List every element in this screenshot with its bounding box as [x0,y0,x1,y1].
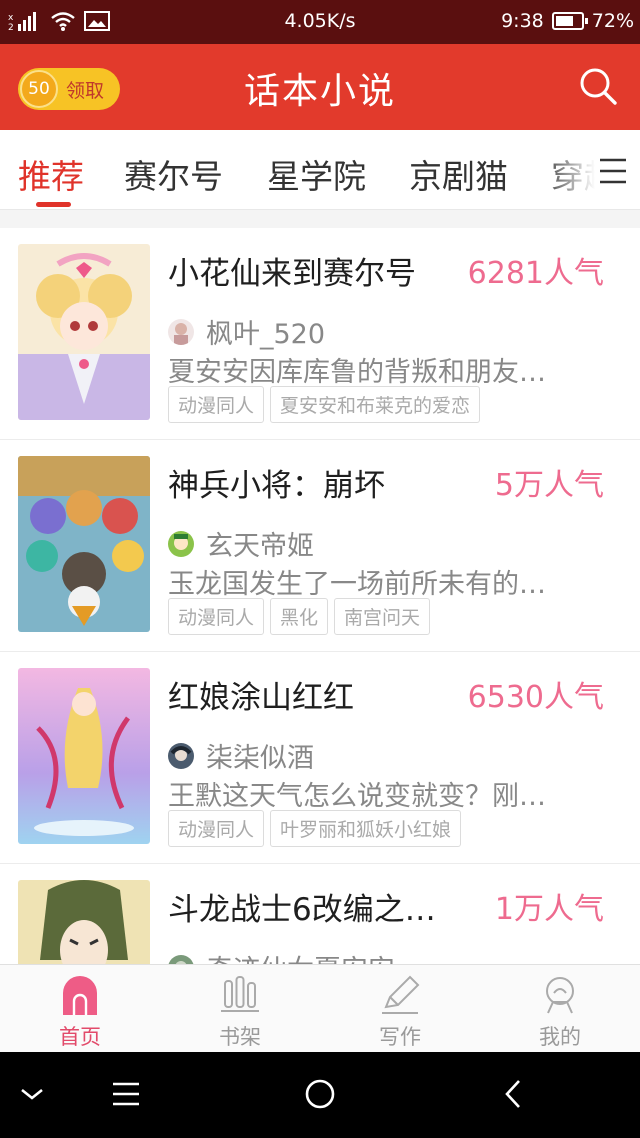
story-card[interactable]: 小花仙来到赛尔号 6281人气 枫叶_520 夏安安因库库鲁的背叛和朋友… 动漫… [0,228,640,440]
story-title: 神兵小将：崩坏 [168,468,385,504]
cover-image [18,456,150,632]
nav-label: 书架 [219,1025,261,1049]
status-bar: x 2 4.05K/s 9:38 72% [0,0,640,44]
tag-list: 动漫同人 黑化 南宫问天 [168,598,431,635]
story-list: 小花仙来到赛尔号 6281人气 枫叶_520 夏安安因库库鲁的背叛和朋友… 动漫… [0,228,640,964]
story-title: 小花仙来到赛尔号 [168,256,416,292]
status-icons-right: 9:38 72% [501,10,634,32]
nav-label: 写作 [379,1025,421,1049]
story-card[interactable]: 斗龙战士6改编之… 1万人气 奇迹仙女夏安安 [0,864,640,964]
author-row: 奇迹仙女夏安安 [168,948,395,964]
nav-bookshelf[interactable]: 书架 [160,965,320,1053]
tag[interactable]: 动漫同人 [168,386,265,423]
story-summary: 夏安安因库库鲁的背叛和朋友… [168,357,546,388]
tab-opera-cat[interactable]: 京剧猫 [409,150,508,198]
popularity-count: 1万人气 [494,892,604,927]
author-name: 奇迹仙女夏安安 [206,948,395,964]
back-icon[interactable] [494,1074,534,1114]
story-card[interactable]: 神兵小将：崩坏 5万人气 玄天帝姬 玉龙国发生了一场前所未有的… 动漫同人 黑化… [0,440,640,652]
tag[interactable]: 动漫同人 [168,598,265,635]
bottom-nav: 首页 书架 写作 我的 [0,964,640,1052]
menu-lines-icon[interactable] [106,1074,146,1114]
nav-label: 首页 [59,1025,101,1049]
menu-icon[interactable] [598,156,628,186]
tab-star-academy[interactable]: 星学院 [267,150,366,198]
cover-image [18,668,150,844]
home-circle-icon[interactable] [300,1074,340,1114]
tag[interactable]: 黑化 [270,598,329,635]
tag[interactable]: 动漫同人 [168,810,265,847]
author-avatar [168,530,194,557]
popularity-count: 5万人气 [494,468,604,503]
clock: 9:38 [501,10,544,32]
app-title: 话本小说 [243,71,396,112]
nav-home[interactable]: 首页 [0,965,160,1053]
author-name: 柒柒似酒 [206,743,314,774]
app-header: 50 领取 话本小说 [0,44,640,130]
tag[interactable]: 叶罗丽和狐妖小红娘 [270,810,462,847]
story-title: 斗龙战士6改编之… [168,892,436,928]
system-navigation-bar [0,1052,640,1138]
author-row: 枫叶_520 [168,312,325,351]
tag[interactable]: 夏安安和布莱克的爱恋 [270,386,481,423]
author-avatar [168,742,194,769]
story-card[interactable]: 红娘涂山红红 6530人气 柒柒似酒 王默这天气怎么说变就变？刚… 动漫同人 叶… [0,652,640,864]
author-avatar [168,318,194,345]
story-title: 红娘涂山红红 [168,680,354,716]
author-row: 柒柒似酒 [168,736,314,775]
profile-icon [546,977,574,1014]
home-icon [63,976,97,1015]
author-row: 玄天帝姬 [168,524,314,563]
cover-image [18,244,150,420]
bookshelf-icon [221,976,259,1012]
battery-percent: 72% [591,10,634,32]
author-avatar [168,954,194,964]
battery-icon [551,12,588,30]
category-tabs: 推荐 赛尔号 星学院 京剧猫 穿越 [0,130,640,210]
pen-icon [382,975,420,1014]
author-name: 枫叶_520 [206,319,326,350]
popularity-count: 6530人气 [467,680,604,715]
tab-seer[interactable]: 赛尔号 [124,150,223,198]
nav-label: 我的 [539,1025,581,1049]
tag-list: 动漫同人 叶罗丽和狐妖小红娘 [168,810,462,847]
story-summary: 王默这天气怎么说变就变？刚… [168,781,546,812]
story-summary: 玉龙国发生了一场前所未有的… [168,569,546,600]
active-tab-indicator [36,202,71,207]
popularity-count: 6281人气 [467,256,604,291]
nav-profile[interactable]: 我的 [480,965,640,1053]
search-icon[interactable] [578,66,618,106]
tag[interactable]: 南宫问天 [334,598,431,635]
chevron-down-icon[interactable] [12,1074,52,1114]
tab-recommended[interactable]: 推荐 [18,150,84,198]
cover-image [18,880,150,964]
author-name: 玄天帝姬 [206,531,314,562]
tag-list: 动漫同人 夏安安和布莱克的爱恋 [168,386,481,423]
nav-write[interactable]: 写作 [320,965,480,1053]
